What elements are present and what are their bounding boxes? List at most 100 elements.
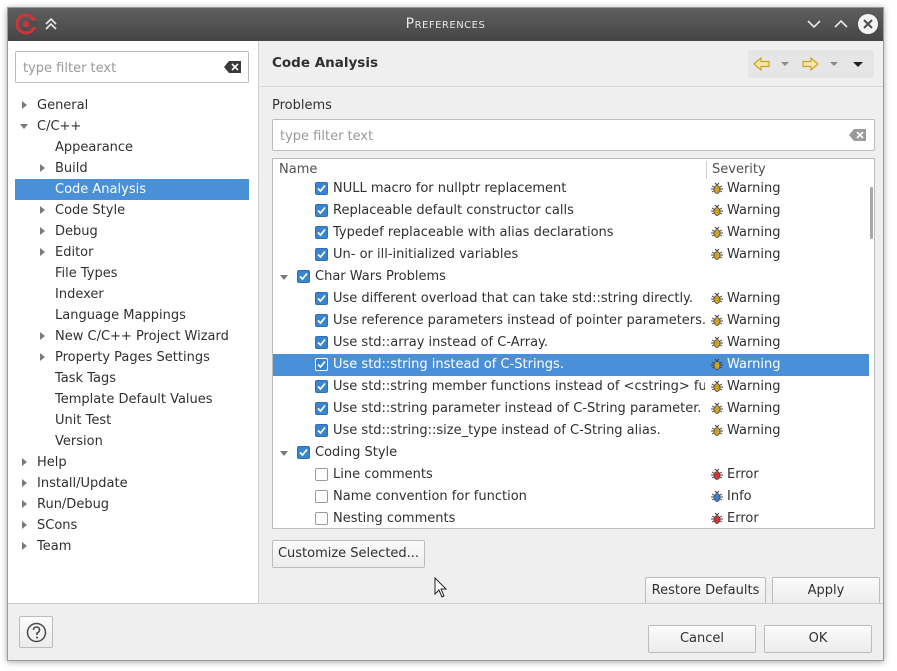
tree-item[interactable]: Team [15,536,249,557]
enable-checkbox[interactable] [315,380,328,393]
problem-category-row[interactable]: Char Wars Problems [273,266,869,288]
tree-item[interactable]: Help [15,452,249,473]
enable-checkbox[interactable] [315,424,328,437]
tree-item[interactable]: Task Tags [15,368,249,389]
collapsed-arrow-icon[interactable] [19,541,29,551]
collapsed-arrow-icon[interactable] [37,331,47,341]
tree-item[interactable]: Run/Debug [15,494,249,515]
tree-item[interactable]: Language Mappings [15,305,249,326]
column-divider[interactable] [706,161,707,179]
problem-row[interactable]: Typedef replaceable with alias declarati… [273,222,869,244]
tree-item-label: Install/Update [37,476,128,491]
tree-item[interactable]: Build [15,158,249,179]
enable-checkbox[interactable] [315,182,328,195]
filter-input[interactable] [23,59,213,77]
tree-item[interactable]: Install/Update [15,473,249,494]
forward-history-dropdown-icon[interactable] [824,54,844,74]
problem-row[interactable]: Use std::string instead of C-Strings. War… [273,354,869,376]
tree-item[interactable]: Unit Test [15,410,249,431]
maximize-icon[interactable] [831,14,851,34]
enable-checkbox[interactable] [315,402,328,415]
tree-item[interactable]: SCons [15,515,249,536]
clear-filter-icon[interactable] [849,128,867,142]
problem-row[interactable]: Use std::array instead of C-Array. Warnin… [273,332,869,354]
tree-item[interactable]: File Types [15,263,249,284]
tree-item[interactable]: Code Style [15,200,249,221]
tree-item[interactable]: Template Default Values [15,389,249,410]
problem-row[interactable]: Un- or ill-initialized variables Warning [273,244,869,266]
enable-checkbox[interactable] [315,248,328,261]
close-button[interactable] [858,14,878,34]
tree-item[interactable]: General [15,95,249,116]
collapsed-arrow-icon[interactable] [37,226,47,236]
collapsed-arrow-icon[interactable] [19,499,29,509]
expanded-arrow-icon[interactable] [279,272,289,282]
problem-row[interactable]: Use std::string::size_type instead of C-… [273,420,869,442]
collapsed-arrow-icon[interactable] [19,100,29,110]
collapsed-arrow-icon[interactable] [37,352,47,362]
collapsed-arrow-icon[interactable] [19,457,29,467]
enable-checkbox[interactable] [315,512,328,525]
restore-defaults-button[interactable]: Restore Defaults [645,577,766,605]
customize-selected-button[interactable]: Customize Selected... [272,540,425,568]
problems-filter-input[interactable] [280,127,820,145]
filter-field[interactable] [15,51,249,83]
back-history-dropdown-icon[interactable] [775,54,795,74]
tree-item[interactable]: C/C++ [15,116,249,137]
tree-item[interactable]: New C/C++ Project Wizard [15,326,249,347]
problem-row[interactable]: Nesting comments Error [273,508,869,528]
column-header-severity[interactable]: Severity [712,162,766,177]
enable-checkbox[interactable] [315,226,328,239]
bug-warning-icon [711,226,723,238]
clear-filter-icon[interactable] [224,60,242,74]
vertical-scrollbar[interactable] [870,187,873,239]
collapsed-arrow-icon[interactable] [37,247,47,257]
forward-arrow-icon[interactable] [800,54,820,74]
view-menu-icon[interactable] [848,54,868,74]
enable-checkbox[interactable] [297,270,310,283]
tree-item-label: Debug [55,224,98,239]
tree-item[interactable]: Code Analysis [15,179,249,200]
tree-item[interactable]: Debug [15,221,249,242]
title-bar[interactable]: Preferences [8,8,883,41]
enable-checkbox[interactable] [315,490,328,503]
problem-row[interactable]: Use reference parameters instead of poin… [273,310,869,332]
checkmark-icon [317,404,326,413]
tree-item[interactable]: Appearance [15,137,249,158]
tree-item[interactable]: Editor [15,242,249,263]
apply-button[interactable]: Apply [772,577,880,605]
problem-row[interactable]: Name convention for function Info [273,486,869,508]
help-button[interactable] [19,616,53,648]
problem-row[interactable]: NULL macro for nullptr replacement Warnin… [273,178,869,200]
enable-checkbox[interactable] [315,358,328,371]
cancel-button[interactable]: Cancel [648,625,756,653]
problem-row[interactable]: Use std::string member functions instead… [273,376,869,398]
tree-item[interactable]: Property Pages Settings [15,347,249,368]
problems-filter-field[interactable] [272,119,875,151]
problem-row[interactable]: Use std::string parameter instead of C-S… [273,398,869,420]
problem-category-row[interactable]: Coding Style [273,442,869,464]
tree-item[interactable]: Indexer [15,284,249,305]
collapsed-arrow-icon[interactable] [37,205,47,215]
enable-checkbox[interactable] [315,204,328,217]
problem-row[interactable]: Replaceable default constructor calls War… [273,200,869,222]
problem-row[interactable]: Use different overload that can take std… [273,288,869,310]
enable-checkbox[interactable] [315,336,328,349]
ok-button[interactable]: OK [764,625,872,653]
problems-label: Problems [272,98,332,113]
collapsed-arrow-icon[interactable] [37,163,47,173]
expanded-arrow-icon[interactable] [19,121,29,131]
problem-row[interactable]: Line comments Error [273,464,869,486]
enable-checkbox[interactable] [315,292,328,305]
minimize-icon[interactable] [804,14,824,34]
checkmark-icon [299,448,308,457]
collapsed-arrow-icon[interactable] [19,478,29,488]
expanded-arrow-icon[interactable] [279,448,289,458]
enable-checkbox[interactable] [315,468,328,481]
enable-checkbox[interactable] [315,314,328,327]
enable-checkbox[interactable] [297,446,310,459]
tree-item[interactable]: Version [15,431,249,452]
collapsed-arrow-icon[interactable] [19,520,29,530]
column-header-name[interactable]: Name [279,162,317,177]
back-arrow-icon[interactable] [752,54,772,74]
